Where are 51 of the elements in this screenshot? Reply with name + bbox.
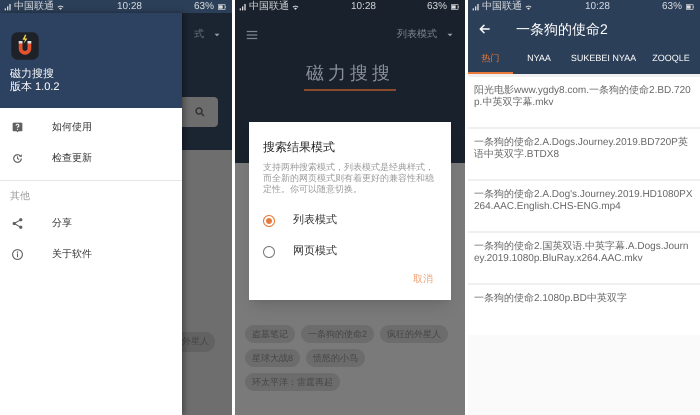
signal-icon (4, 2, 12, 10)
radio-option[interactable]: 网页模式 (263, 236, 437, 267)
mode-selector[interactable]: 式 (194, 27, 204, 42)
battery-icon (684, 2, 696, 10)
result-item[interactable]: 阳光电影www.ygdy8.com.一条狗的使命2.BD.720p.中英双字幕.mkv (468, 77, 700, 127)
question-mark-icon (11, 121, 24, 134)
back-arrow-icon (478, 22, 492, 36)
option-label: 网页模式 (293, 244, 337, 260)
magnet-logo-icon (10, 31, 40, 61)
drawer-item[interactable]: 如何使用 (0, 112, 182, 143)
battery-icon (216, 2, 228, 10)
option-label: 列表模式 (293, 213, 337, 228)
info-icon (11, 248, 24, 261)
section-header: 其他 (9, 190, 31, 204)
drawer-item[interactable]: 分享 (0, 208, 182, 239)
status-time: 10:28 (116, 2, 142, 12)
carrier-text: 中国联通 (249, 2, 289, 12)
back-button[interactable] (478, 22, 492, 36)
radio-option[interactable]: 列表模式 (263, 205, 437, 236)
drawer-item[interactable]: 检查更新 (0, 143, 182, 174)
tab[interactable]: NYAA (513, 45, 565, 74)
dialog-message: 支持两种搜索模式，列表模式是经典样式，而全新的网页模式则有着更好的兼容性和稳定性。你可以随意切换。 (263, 162, 435, 195)
battery-icon (448, 2, 461, 10)
battery-text: 63% (426, 2, 447, 12)
mode-selector[interactable]: 列表模式 (397, 27, 437, 42)
result-item[interactable]: 一条狗的使命2.A.Dogs.Journey.2019.BD720P英语中英双字.BTDX8 (468, 129, 700, 179)
tab[interactable]: SUKEBEI NYAA (565, 45, 642, 74)
app-version: 版本 1.0.2 (10, 81, 61, 94)
result-item[interactable]: 一条狗的使命2.国英双语.中英字幕.A.Dogs.Journey.2019.1080p.BluRay.x264.AAC.mkv (468, 233, 700, 283)
drawer-item[interactable]: 关于软件 (0, 239, 182, 270)
radio-button[interactable] (263, 246, 275, 258)
carrier-text: 中国联通 (14, 2, 54, 12)
clock-refresh-icon (11, 152, 24, 165)
carrier-text: 中国联通 (482, 2, 522, 12)
status-time: 10:28 (350, 2, 376, 12)
radio-button[interactable] (263, 214, 275, 226)
battery-text: 63% (662, 2, 682, 12)
app-title: 磁力搜搜 (304, 60, 396, 91)
search-button[interactable] (182, 97, 218, 127)
screen-title: 一条狗的使命2 (516, 20, 608, 38)
signal-icon (472, 2, 480, 10)
dialog-title: 搜索结果模式 (263, 139, 336, 156)
search-icon (194, 106, 206, 118)
app-name: 磁力搜搜 (10, 68, 55, 81)
battery-text: 63% (194, 2, 214, 12)
tab[interactable]: ZOOQLE (642, 45, 700, 74)
signal-icon (239, 2, 247, 10)
status-time: 10:28 (584, 2, 610, 12)
share-icon (11, 217, 24, 230)
result-item[interactable]: 一条狗的使命2.A.Dog's.Journey.2019.HD1080PX264.AAC.English.CHS-ENG.mp4 (468, 181, 700, 231)
result-item[interactable]: 一条狗的使命2.1080p.BD中英双字 (468, 285, 700, 335)
